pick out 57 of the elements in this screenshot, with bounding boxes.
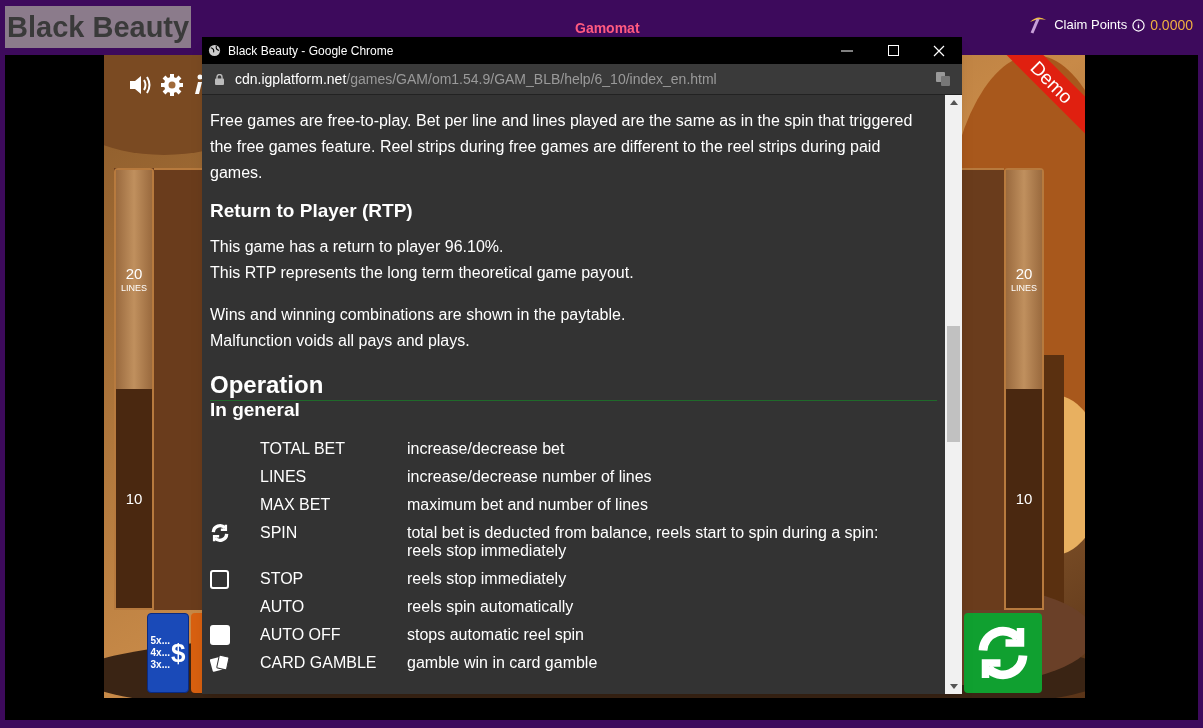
globe-icon [208, 44, 221, 57]
control-description: stops automatic reel spin [407, 625, 585, 645]
control-name: SPIN [260, 523, 299, 543]
minimize-icon [841, 49, 853, 52]
help-paragraph: This game has a return to player 96.10%. This RTP represents the long term theoretical game payout. [210, 237, 635, 283]
scrollbar[interactable] [945, 95, 962, 694]
lines-count: 10 [1015, 491, 1033, 506]
control-description: maximum bet and number of lines [407, 495, 649, 515]
help-paragraph: Wins and winning combinations are shown in the paytable. Malfunction voids all pays and plays. [210, 305, 627, 351]
help-heading: In general [210, 398, 301, 422]
address-bar[interactable]: cdn.igplatform.net/games/GAM/om1.54.9/GAM_BLB/help/6_10/index_en.html [202, 64, 962, 95]
translate-icon [936, 72, 950, 86]
help-heading: Return to Player (RTP) [210, 199, 414, 223]
lines-count: 10 [125, 491, 143, 506]
refresh-icon [210, 523, 230, 543]
control-description: reels stop immediately [407, 569, 568, 589]
control-name: MAX BET [260, 495, 332, 515]
lines-count: 20 [1015, 266, 1033, 281]
info-icon [1132, 18, 1146, 32]
control-description: reels spin automatically [407, 597, 575, 617]
section-heading: Operation [210, 370, 937, 401]
claim-points-label: Claim Points [1054, 16, 1128, 35]
square-outline-icon [210, 569, 229, 589]
url-text: cdn.igplatform.net/games/GAM/om1.54.9/GAM_BLB/help/6_10/index_en.html [235, 69, 718, 89]
cards-icon [210, 653, 230, 673]
game-title: Black Beauty [5, 6, 192, 48]
points-value: 0.0000 [1150, 15, 1193, 35]
control-name: CARD GAMBLE [260, 653, 378, 673]
control-description: increase/decrease number of lines [407, 467, 653, 487]
provider-name: Gamomat [575, 19, 640, 38]
dollar-label: $ [171, 640, 186, 666]
lock-icon [215, 73, 224, 85]
lines-count: 20 [125, 266, 143, 281]
square-icon [210, 625, 230, 645]
help-paragraph: Free games are free-to-play. Bet per line and lines played are the same as in the spin that triggered the free games feature. Reel strips during free games are different to the reel strips during paid games. [210, 111, 914, 183]
info-icon [192, 74, 204, 96]
scrollbar-thumb[interactable] [947, 326, 960, 442]
scroll-up-icon[interactable] [949, 100, 958, 105]
control-description: increase/decrease bet [407, 439, 566, 459]
lines-label: LINES [121, 284, 147, 293]
settings-icon [160, 73, 184, 97]
multiplier-label: 5x... [150, 635, 170, 647]
control-description: total bet is deducted from balance, reels start to spin during a spin: reels stop immediately [407, 523, 880, 561]
multiplier-label: 3x... [150, 659, 170, 671]
control-name: STOP [260, 569, 305, 589]
control-name: TOTAL BET [260, 439, 347, 459]
speaker-icon [128, 74, 152, 96]
control-name: AUTO [260, 597, 306, 617]
spin-button[interactable] [964, 613, 1042, 693]
window-title: Black Beauty - Google Chrome [228, 42, 395, 60]
control-description: gamble win in card gamble [407, 653, 599, 673]
multiplier-label: 4x... [150, 647, 170, 659]
maximize-icon [887, 45, 899, 56]
control-name: LINES [260, 467, 308, 487]
close-icon [933, 44, 945, 57]
lines-label: LINES [1011, 284, 1037, 293]
control-name: AUTO OFF [260, 625, 342, 645]
